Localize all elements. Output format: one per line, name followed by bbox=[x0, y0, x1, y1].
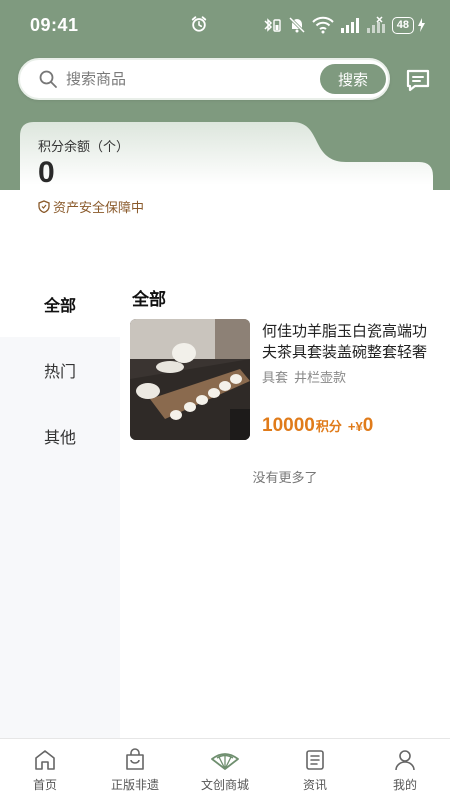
category-item-all[interactable]: 全部 bbox=[0, 271, 120, 337]
tab-label: 我的 bbox=[392, 778, 417, 792]
home-icon bbox=[35, 750, 55, 770]
alarm-icon bbox=[191, 16, 207, 32]
product-list-panel: 全部 何佳功羊脂玉白瓷高端功夫茶具套装盖碗整套轻奢 具套 井栏壶款 10000 … bbox=[120, 271, 450, 738]
bottom-tab-bar: 首页 正版非遗 文创商城 资讯 我的 bbox=[0, 738, 450, 800]
status-indicators: 48 bbox=[262, 16, 426, 34]
tab-label: 文创商城 bbox=[200, 778, 249, 792]
price-plus-currency: +¥ bbox=[347, 419, 363, 434]
news-list-icon bbox=[306, 750, 324, 770]
shopping-bag-icon bbox=[126, 748, 144, 770]
search-icon bbox=[39, 70, 57, 88]
charging-icon bbox=[418, 18, 425, 32]
search-input[interactable] bbox=[66, 70, 306, 88]
section-title: 全部 bbox=[132, 290, 166, 309]
tab-news[interactable]: 资讯 bbox=[270, 739, 360, 800]
asset-safety-note: 资产安全保障中 bbox=[38, 197, 144, 216]
asset-safety-text: 资产安全保障中 bbox=[53, 200, 145, 215]
status-time: 09:41 bbox=[30, 14, 79, 35]
battery-indicator: 48 bbox=[391, 16, 426, 34]
tab-label: 首页 bbox=[32, 778, 57, 792]
product-tags: 具套 井栏壶款 bbox=[262, 367, 346, 386]
user-icon bbox=[395, 750, 415, 771]
product-tag: 具套 bbox=[262, 370, 289, 385]
product-title[interactable]: 何佳功羊脂玉白瓷高端功夫茶具套装盖碗整套轻奢 bbox=[262, 321, 438, 363]
tab-profile[interactable]: 我的 bbox=[360, 739, 450, 800]
category-label: 热门 bbox=[43, 364, 76, 381]
bluetooth-battery-icon bbox=[264, 18, 281, 32]
battery-level: 48 bbox=[391, 16, 414, 34]
tab-mall[interactable]: 文创商城 bbox=[180, 739, 270, 800]
tab-home[interactable]: 首页 bbox=[0, 739, 90, 800]
tab-label: 资讯 bbox=[302, 778, 327, 792]
signal-no-service-icon bbox=[366, 16, 385, 33]
mute-bell-icon bbox=[288, 16, 305, 34]
tab-heritage[interactable]: 正版非遗 bbox=[90, 739, 180, 800]
points-balance-card: 积分余额（个） 0 资产安全保障中 bbox=[20, 122, 433, 262]
category-label: 其他 bbox=[43, 430, 76, 447]
product-image[interactable] bbox=[130, 319, 250, 440]
search-button[interactable]: 搜索 bbox=[320, 64, 386, 94]
tea-set-image bbox=[130, 319, 250, 440]
product-card[interactable]: 何佳功羊脂玉白瓷高端功夫茶具套装盖碗整套轻奢 具套 井栏壶款 10000 积分 … bbox=[130, 319, 440, 441]
status-bar: 09:41 48 bbox=[0, 0, 450, 50]
category-sidebar: 全部 热门 其他 bbox=[0, 271, 120, 738]
price-cash-value: 0 bbox=[362, 415, 374, 436]
no-more-text: 没有更多了 bbox=[252, 470, 318, 485]
product-price: 10000 积分 +¥ 0 bbox=[262, 415, 373, 437]
search-bar[interactable]: 搜索 bbox=[18, 58, 390, 100]
wifi-icon bbox=[312, 16, 334, 34]
shield-icon bbox=[38, 200, 50, 213]
product-tag: 井栏壶款 bbox=[294, 370, 347, 385]
signal-icon bbox=[340, 18, 359, 33]
tab-label: 正版非遗 bbox=[110, 778, 159, 792]
category-item-other[interactable]: 其他 bbox=[0, 403, 120, 469]
fan-icon bbox=[211, 753, 239, 770]
category-item-hot[interactable]: 热门 bbox=[0, 337, 120, 403]
category-label: 全部 bbox=[43, 298, 76, 315]
price-points-unit: 积分 bbox=[315, 419, 342, 434]
price-points-value: 10000 bbox=[262, 415, 315, 436]
message-icon[interactable] bbox=[404, 66, 432, 94]
points-balance-label: 积分余额（个） bbox=[38, 139, 130, 154]
points-balance-value: 0 bbox=[38, 156, 55, 189]
